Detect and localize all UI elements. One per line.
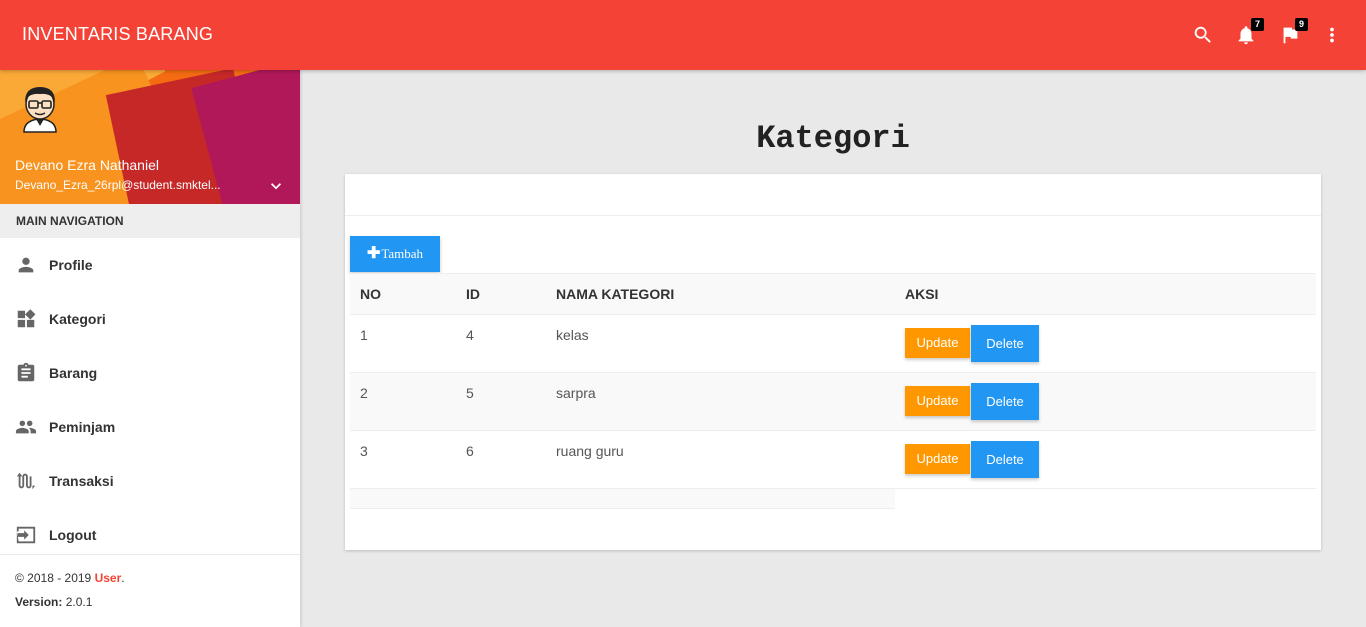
notifications-badge: 7 (1251, 18, 1264, 31)
cell-aksi: Update Delete (895, 372, 1316, 431)
cell-id: 6 (456, 430, 546, 489)
table-header-row: NO ID NAMA KATEGORI AKSI (350, 273, 1316, 315)
cell-aksi: Update Delete (895, 314, 1316, 373)
avatar[interactable] (16, 82, 64, 134)
page-title: Kategori (756, 120, 910, 157)
cell-no: 3 (350, 430, 456, 489)
table-footer-row (350, 488, 895, 509)
table-divider (895, 488, 1316, 489)
sidebar-item-profile[interactable]: Profile (0, 238, 300, 292)
flag-badge: 9 (1295, 18, 1308, 31)
clipboard-icon (14, 361, 38, 385)
user-info-panel: Devano Ezra Nathaniel Devano_Ezra_26rpl@… (0, 70, 300, 204)
sidebar-item-label: Peminjam (49, 419, 116, 435)
card-header (345, 174, 1321, 216)
kategori-card: ✚ Tambah NO ID NAMA KATEGORI AKSI 1 4 kel… (345, 174, 1321, 550)
delete-button[interactable]: Delete (971, 325, 1039, 362)
table-row: 2 5 sarpra Update Delete (350, 372, 1316, 431)
column-header-id: ID (456, 273, 546, 315)
column-header-no: NO (350, 273, 456, 315)
swap-icon (14, 469, 38, 493)
widgets-icon (14, 307, 38, 331)
user-name: Devano Ezra Nathaniel (15, 157, 159, 173)
user-email: Devano_Ezra_26rpl@student.smktel... (15, 178, 221, 192)
column-header-aksi: AKSI (895, 273, 1316, 315)
column-header-nama: NAMA KATEGORI (546, 273, 895, 315)
cell-no: 1 (350, 314, 456, 373)
top-navbar: INVENTARIS BARANG 7 9 (0, 0, 1366, 70)
legal-footer: © 2018 - 2019 User. Version: 2.0.1 (0, 554, 300, 609)
cell-no: 2 (350, 372, 456, 431)
sidebar-item-transaksi[interactable]: Transaksi (0, 454, 300, 508)
sidebar-item-peminjam[interactable]: Peminjam (0, 400, 300, 454)
sidebar-item-label: Profile (49, 257, 93, 273)
sidebar-item-label: Transaksi (49, 473, 114, 489)
cell-nama: sarpra (546, 372, 895, 431)
search-icon[interactable] (1190, 22, 1216, 48)
table-row: 1 4 kelas Update Delete (350, 314, 1316, 373)
plus-icon: ✚ (366, 245, 381, 262)
sidebar-item-label: Logout (49, 527, 97, 543)
copyright-link[interactable]: User (95, 571, 122, 585)
add-button[interactable]: ✚ Tambah (350, 236, 440, 272)
copyright: © 2018 - 2019 User. (15, 571, 125, 585)
app-brand[interactable]: INVENTARIS BARANG (22, 24, 213, 45)
sidebar: Devano Ezra Nathaniel Devano_Ezra_26rpl@… (0, 70, 300, 627)
cell-nama: ruang guru (546, 430, 895, 489)
update-button[interactable]: Update (905, 444, 970, 474)
notifications-icon[interactable]: 7 (1233, 18, 1264, 48)
sidebar-item-kategori[interactable]: Kategori (0, 292, 300, 346)
table-row: 3 6 ruang guru Update Delete (350, 430, 1316, 489)
people-icon (14, 415, 38, 439)
more-vert-icon[interactable] (1319, 22, 1345, 48)
delete-button[interactable]: Delete (971, 383, 1039, 420)
delete-button[interactable]: Delete (971, 441, 1039, 478)
sidebar-item-label: Kategori (49, 311, 106, 327)
update-button[interactable]: Update (905, 386, 970, 416)
sidebar-item-label: Barang (49, 365, 98, 381)
person-icon (14, 253, 38, 277)
cell-nama: kelas (546, 314, 895, 373)
cell-id: 4 (456, 314, 546, 373)
kategori-table: NO ID NAMA KATEGORI AKSI 1 4 kelas Updat… (350, 273, 1316, 489)
chevron-down-icon[interactable] (266, 176, 286, 196)
cell-aksi: Update Delete (895, 430, 1316, 489)
nav-header: MAIN NAVIGATION (0, 204, 300, 238)
cell-id: 5 (456, 372, 546, 431)
version: Version: 2.0.1 (15, 595, 93, 609)
logout-icon (14, 523, 38, 547)
update-button[interactable]: Update (905, 328, 970, 358)
sidebar-item-barang[interactable]: Barang (0, 346, 300, 400)
flag-icon[interactable]: 9 (1277, 18, 1308, 48)
